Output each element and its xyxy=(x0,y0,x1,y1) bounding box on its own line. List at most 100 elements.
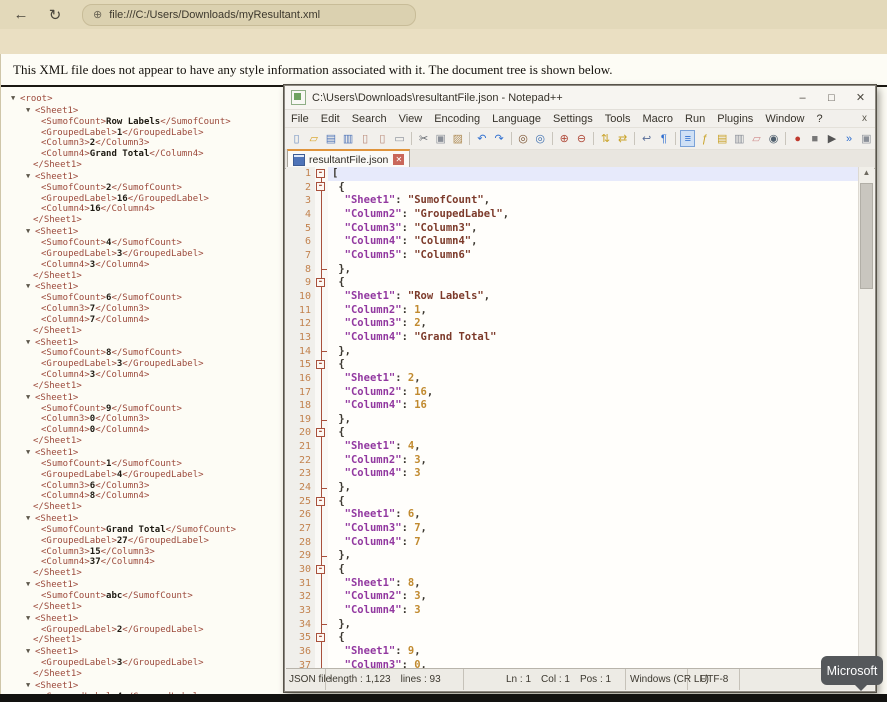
menu-settings[interactable]: Settings xyxy=(547,113,599,125)
sync-horizontal-icon[interactable]: ⇄ xyxy=(615,130,630,147)
code-line: 34 }, xyxy=(286,618,874,632)
fold-arrow-icon[interactable]: ▼ xyxy=(11,93,20,104)
document-map-icon[interactable]: ▤ xyxy=(715,130,730,147)
code-text: { xyxy=(328,181,874,195)
menu-macro[interactable]: Macro xyxy=(636,113,679,125)
monitoring-icon[interactable]: ◉ xyxy=(766,130,781,147)
fold-collapse-icon[interactable]: - xyxy=(316,428,325,437)
menu-run[interactable]: Run xyxy=(679,113,711,125)
fold-collapse-icon[interactable]: - xyxy=(316,497,325,506)
show-all-characters-icon[interactable]: ¶ xyxy=(656,130,671,147)
code-line: 35- { xyxy=(286,631,874,645)
fold-collapse-icon[interactable]: - xyxy=(316,182,325,191)
indent-guide-icon[interactable]: ≡ xyxy=(680,130,695,147)
menu-edit[interactable]: Edit xyxy=(315,113,346,125)
menubar-close-doc-button[interactable]: x xyxy=(854,113,875,124)
fold-arrow-icon[interactable]: ▼ xyxy=(26,226,35,237)
screen: ← ↻ ⊕ file:///C:/Users/Downloads/myResul… xyxy=(0,0,887,702)
menu-view[interactable]: View xyxy=(393,113,429,125)
scroll-up-arrow-icon[interactable]: ▲ xyxy=(859,168,874,182)
code-line: 8 }, xyxy=(286,263,874,277)
fold-arrow-icon[interactable]: ▼ xyxy=(26,513,35,524)
open-folder-icon[interactable]: ▱ xyxy=(306,130,321,147)
find-icon[interactable]: ◎ xyxy=(516,130,531,147)
maximize-button[interactable]: □ xyxy=(817,86,846,109)
fold-arrow-icon[interactable]: ▼ xyxy=(26,646,35,657)
paste-icon[interactable]: ▨ xyxy=(450,130,465,147)
cut-icon[interactable]: ✂ xyxy=(416,130,431,147)
notepad-window: C:\Users\Downloads\resultantFile.json - … xyxy=(284,85,876,692)
zoom-in-icon[interactable]: ⊕ xyxy=(557,130,572,147)
fold-margin xyxy=(315,536,328,550)
menu-file[interactable]: File xyxy=(285,113,315,125)
sync-vertical-icon[interactable]: ⇅ xyxy=(598,130,613,147)
fold-arrow-icon[interactable]: ▼ xyxy=(26,171,35,182)
menu-help[interactable]: ? xyxy=(810,113,828,125)
word-wrap-icon[interactable]: ↩ xyxy=(639,130,654,147)
fold-collapse-icon[interactable]: - xyxy=(316,360,325,369)
fold-arrow-icon[interactable]: ▼ xyxy=(26,613,35,624)
macro-save-icon[interactable]: » xyxy=(842,130,857,147)
fold-margin xyxy=(315,590,328,604)
print-icon[interactable]: ▭ xyxy=(392,130,407,147)
new-file-icon[interactable]: ▯ xyxy=(289,130,304,147)
close-icon[interactable]: ▯ xyxy=(358,130,373,147)
save-all-icon[interactable]: ▥ xyxy=(340,130,355,147)
line-number: 8 xyxy=(286,263,315,277)
menu-language[interactable]: Language xyxy=(486,113,547,125)
folder-as-workspace-icon[interactable]: ▱ xyxy=(749,130,764,147)
macro-play-icon[interactable]: ▶ xyxy=(824,130,839,147)
editor[interactable]: 1-[2- {3 "Sheet1": "SumofCount",4 "Colum… xyxy=(286,167,874,669)
code-text: }, xyxy=(328,549,874,563)
fold-margin xyxy=(315,399,328,413)
scrollbar-thumb[interactable] xyxy=(860,183,873,289)
undo-icon[interactable]: ↶ xyxy=(474,130,489,147)
fold-arrow-icon[interactable]: ▼ xyxy=(26,680,35,691)
refresh-button[interactable]: ↻ xyxy=(42,4,68,26)
copy-icon[interactable]: ▣ xyxy=(433,130,448,147)
menu-search[interactable]: Search xyxy=(346,113,393,125)
minimize-button[interactable]: – xyxy=(788,86,817,109)
fold-arrow-icon[interactable]: ▼ xyxy=(26,281,35,292)
code-text: "Sheet1": "SumofCount", xyxy=(328,194,874,208)
back-button[interactable]: ← xyxy=(8,4,34,26)
tab-resultantfile-json[interactable]: resultantFile.json ✕ xyxy=(287,149,410,168)
code-line: 26 "Sheet1": 6, xyxy=(286,508,874,522)
replace-icon[interactable]: ◎ xyxy=(533,130,548,147)
menu-window[interactable]: Window xyxy=(759,113,810,125)
tab-close-icon[interactable]: ✕ xyxy=(393,154,404,165)
fold-collapse-icon[interactable]: - xyxy=(316,278,325,287)
fold-collapse-icon[interactable]: - xyxy=(316,565,325,574)
address-bar[interactable]: ⊕ file:///C:/Users/Downloads/myResultant… xyxy=(82,4,416,26)
fold-margin xyxy=(315,522,328,536)
fold-arrow-icon[interactable]: ▼ xyxy=(26,579,35,590)
fold-collapse-icon[interactable]: - xyxy=(316,169,325,178)
macro-record-icon[interactable]: ● xyxy=(790,130,805,147)
fold-arrow-icon[interactable]: ▼ xyxy=(26,392,35,403)
fold-arrow-icon[interactable]: ▼ xyxy=(26,447,35,458)
function-list-icon[interactable]: ƒ xyxy=(697,130,712,147)
macro-run-multiple-icon[interactable]: ▣ xyxy=(859,130,874,147)
macro-stop-icon[interactable]: ■ xyxy=(807,130,822,147)
zoom-out-icon[interactable]: ⊖ xyxy=(574,130,589,147)
fold-collapse-icon[interactable]: - xyxy=(316,633,325,642)
code-text: "Column2": 3, xyxy=(328,454,874,468)
line-number: 7 xyxy=(286,249,315,263)
menu-plugins[interactable]: Plugins xyxy=(711,113,759,125)
document-list-icon[interactable]: ▥ xyxy=(732,130,747,147)
line-number: 24 xyxy=(286,481,315,495)
editor-vertical-scrollbar[interactable]: ▲ ▼ xyxy=(858,167,874,669)
fold-arrow-icon[interactable]: ▼ xyxy=(26,105,35,116)
save-icon[interactable]: ▤ xyxy=(323,130,338,147)
code-line: 6 "Column4": "Column4", xyxy=(286,235,874,249)
close-all-icon[interactable]: ▯ xyxy=(375,130,390,147)
code-text: { xyxy=(328,426,874,440)
close-button[interactable]: ✕ xyxy=(846,86,875,109)
menu-tools[interactable]: Tools xyxy=(599,113,637,125)
code-line: 9- { xyxy=(286,276,874,290)
fold-margin xyxy=(315,481,328,495)
menu-encoding[interactable]: Encoding xyxy=(428,113,486,125)
fold-arrow-icon[interactable]: ▼ xyxy=(26,337,35,348)
redo-icon[interactable]: ↷ xyxy=(491,130,506,147)
fold-margin xyxy=(315,331,328,345)
